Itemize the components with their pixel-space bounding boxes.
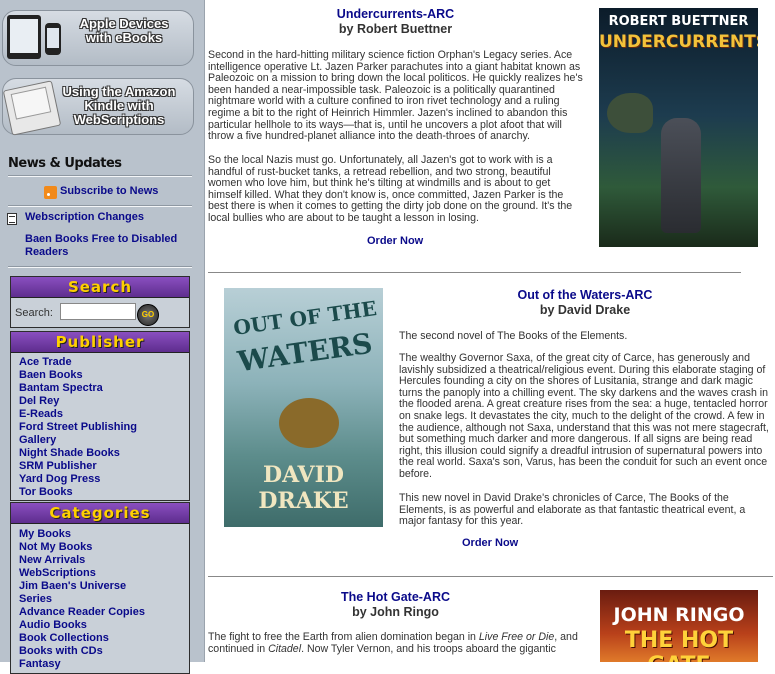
- cover-creature: [607, 93, 653, 133]
- category-link[interactable]: Jim Baen's Universe: [19, 580, 189, 593]
- book-author: by Robert Buettner: [338, 22, 453, 36]
- webscription-changes-link[interactable]: Webscription Changes: [25, 211, 144, 223]
- publisher-link[interactable]: SRM Publisher: [19, 460, 189, 473]
- kindle-banner[interactable]: Using the Amazon Kindle with WebScriptio…: [2, 78, 194, 136]
- category-link[interactable]: Books with CDs: [19, 645, 189, 658]
- category-link[interactable]: Series: [19, 593, 189, 606]
- cover-author: JOHN RINGO: [613, 604, 745, 626]
- search-label: Search:: [15, 307, 53, 319]
- publisher-header: Publisher: [11, 332, 189, 353]
- divider: [8, 175, 192, 177]
- publisher-link[interactable]: Ace Trade: [19, 356, 189, 369]
- divider: [8, 266, 192, 268]
- category-link[interactable]: Fantasy: [19, 658, 189, 671]
- cover-title: UNDERCURRENTS: [599, 32, 758, 52]
- order-now-link[interactable]: Order Now: [367, 235, 423, 247]
- cover-title: THE HOT GATE: [624, 628, 734, 662]
- book-cover-out-of-the-waters[interactable]: OUT OF THE WATERS DAVID DRAKE: [224, 288, 383, 527]
- rss-icon[interactable]: [44, 186, 57, 199]
- publisher-link[interactable]: Night Shade Books: [19, 447, 189, 460]
- sidebar: Apple Devices with eBooks Using the Amaz…: [0, 0, 205, 674]
- category-link[interactable]: Audio Books: [19, 619, 189, 632]
- book-title-link[interactable]: Out of the Waters-ARC: [518, 288, 653, 302]
- cover-author: DRAKE: [258, 488, 349, 514]
- publisher-link[interactable]: Bantam Spectra: [19, 382, 189, 395]
- publisher-link[interactable]: E-Reads: [19, 408, 189, 421]
- book-cover-undercurrents[interactable]: ROBERT BUETTNER UNDERCURRENTS: [599, 8, 758, 247]
- publisher-link[interactable]: Yard Dog Press: [19, 473, 189, 486]
- kindle-icon: [2, 80, 62, 136]
- search-input[interactable]: [60, 303, 136, 320]
- category-link[interactable]: My Books: [19, 528, 189, 541]
- category-link[interactable]: Book Collections: [19, 632, 189, 645]
- book-description: The wealthy Governor Saxa, of the great …: [399, 352, 769, 480]
- book-cover-the-hot-gate[interactable]: JOHN RINGO THE HOT GATE: [600, 590, 758, 662]
- subscribe-link[interactable]: Subscribe to News: [60, 185, 158, 197]
- book-title-block: Undercurrents-ARC by Robert Buettner: [208, 7, 583, 37]
- category-link[interactable]: Advance Reader Copies: [19, 606, 189, 619]
- book-title-block: The Hot Gate-ARC by John Ringo: [208, 590, 583, 620]
- news-heading: News & Updates: [8, 156, 122, 171]
- book-title-link[interactable]: The Hot Gate-ARC: [341, 590, 450, 604]
- search-box: Search Search: GO: [10, 276, 190, 328]
- book-title-block: Out of the Waters-ARC by David Drake: [400, 288, 770, 318]
- cover-author: DAVID: [263, 462, 344, 488]
- publisher-link[interactable]: Del Rey: [19, 395, 189, 408]
- cover-creature: [279, 398, 339, 448]
- book-author: by John Ringo: [352, 605, 439, 619]
- publisher-link[interactable]: Gallery: [19, 434, 189, 447]
- book-author: by David Drake: [539, 303, 631, 317]
- book-description: So the local Nazis must go. Unfortunatel…: [208, 154, 573, 224]
- categories-box: Categories My Books Not My Books New Arr…: [10, 502, 190, 674]
- apple-devices-title: Apple Devices with eBooks: [79, 16, 169, 45]
- category-link[interactable]: Not My Books: [19, 541, 189, 554]
- item-divider: [208, 576, 773, 577]
- cover-author: ROBERT BUETTNER: [608, 14, 749, 29]
- book-title-link[interactable]: Undercurrents-ARC: [337, 7, 454, 21]
- go-button[interactable]: GO: [137, 304, 159, 326]
- free-to-disabled-link[interactable]: Baen Books Free to Disabled Readers: [25, 233, 185, 259]
- book-description: Second in the hard-hitting military scie…: [208, 49, 583, 143]
- search-header: Search: [11, 277, 189, 298]
- tablet-icon: [7, 15, 41, 59]
- apple-devices-banner[interactable]: Apple Devices with eBooks: [2, 10, 194, 66]
- document-icon: [7, 213, 17, 225]
- book-description: This new novel in David Drake's chronicl…: [399, 492, 746, 528]
- publisher-link[interactable]: Tor Books: [19, 486, 189, 499]
- phone-icon: [45, 23, 61, 55]
- book-description: The second novel of The Books of the Ele…: [399, 330, 628, 342]
- order-now-link[interactable]: Order Now: [462, 537, 518, 549]
- category-link[interactable]: New Arrivals: [19, 554, 189, 567]
- cover-figure: [661, 118, 701, 233]
- publisher-link[interactable]: Baen Books: [19, 369, 189, 382]
- publisher-box: Publisher Ace Trade Baen Books Bantam Sp…: [10, 331, 190, 501]
- publisher-link[interactable]: Ford Street Publishing: [19, 421, 189, 434]
- kindle-title: Using the Amazon Kindle with WebScriptio…: [62, 84, 176, 127]
- category-link[interactable]: WebScriptions: [19, 567, 189, 580]
- book-description: The fight to free the Earth from alien d…: [208, 631, 578, 655]
- item-divider: [208, 272, 741, 273]
- categories-header: Categories: [11, 503, 189, 524]
- divider: [8, 205, 192, 207]
